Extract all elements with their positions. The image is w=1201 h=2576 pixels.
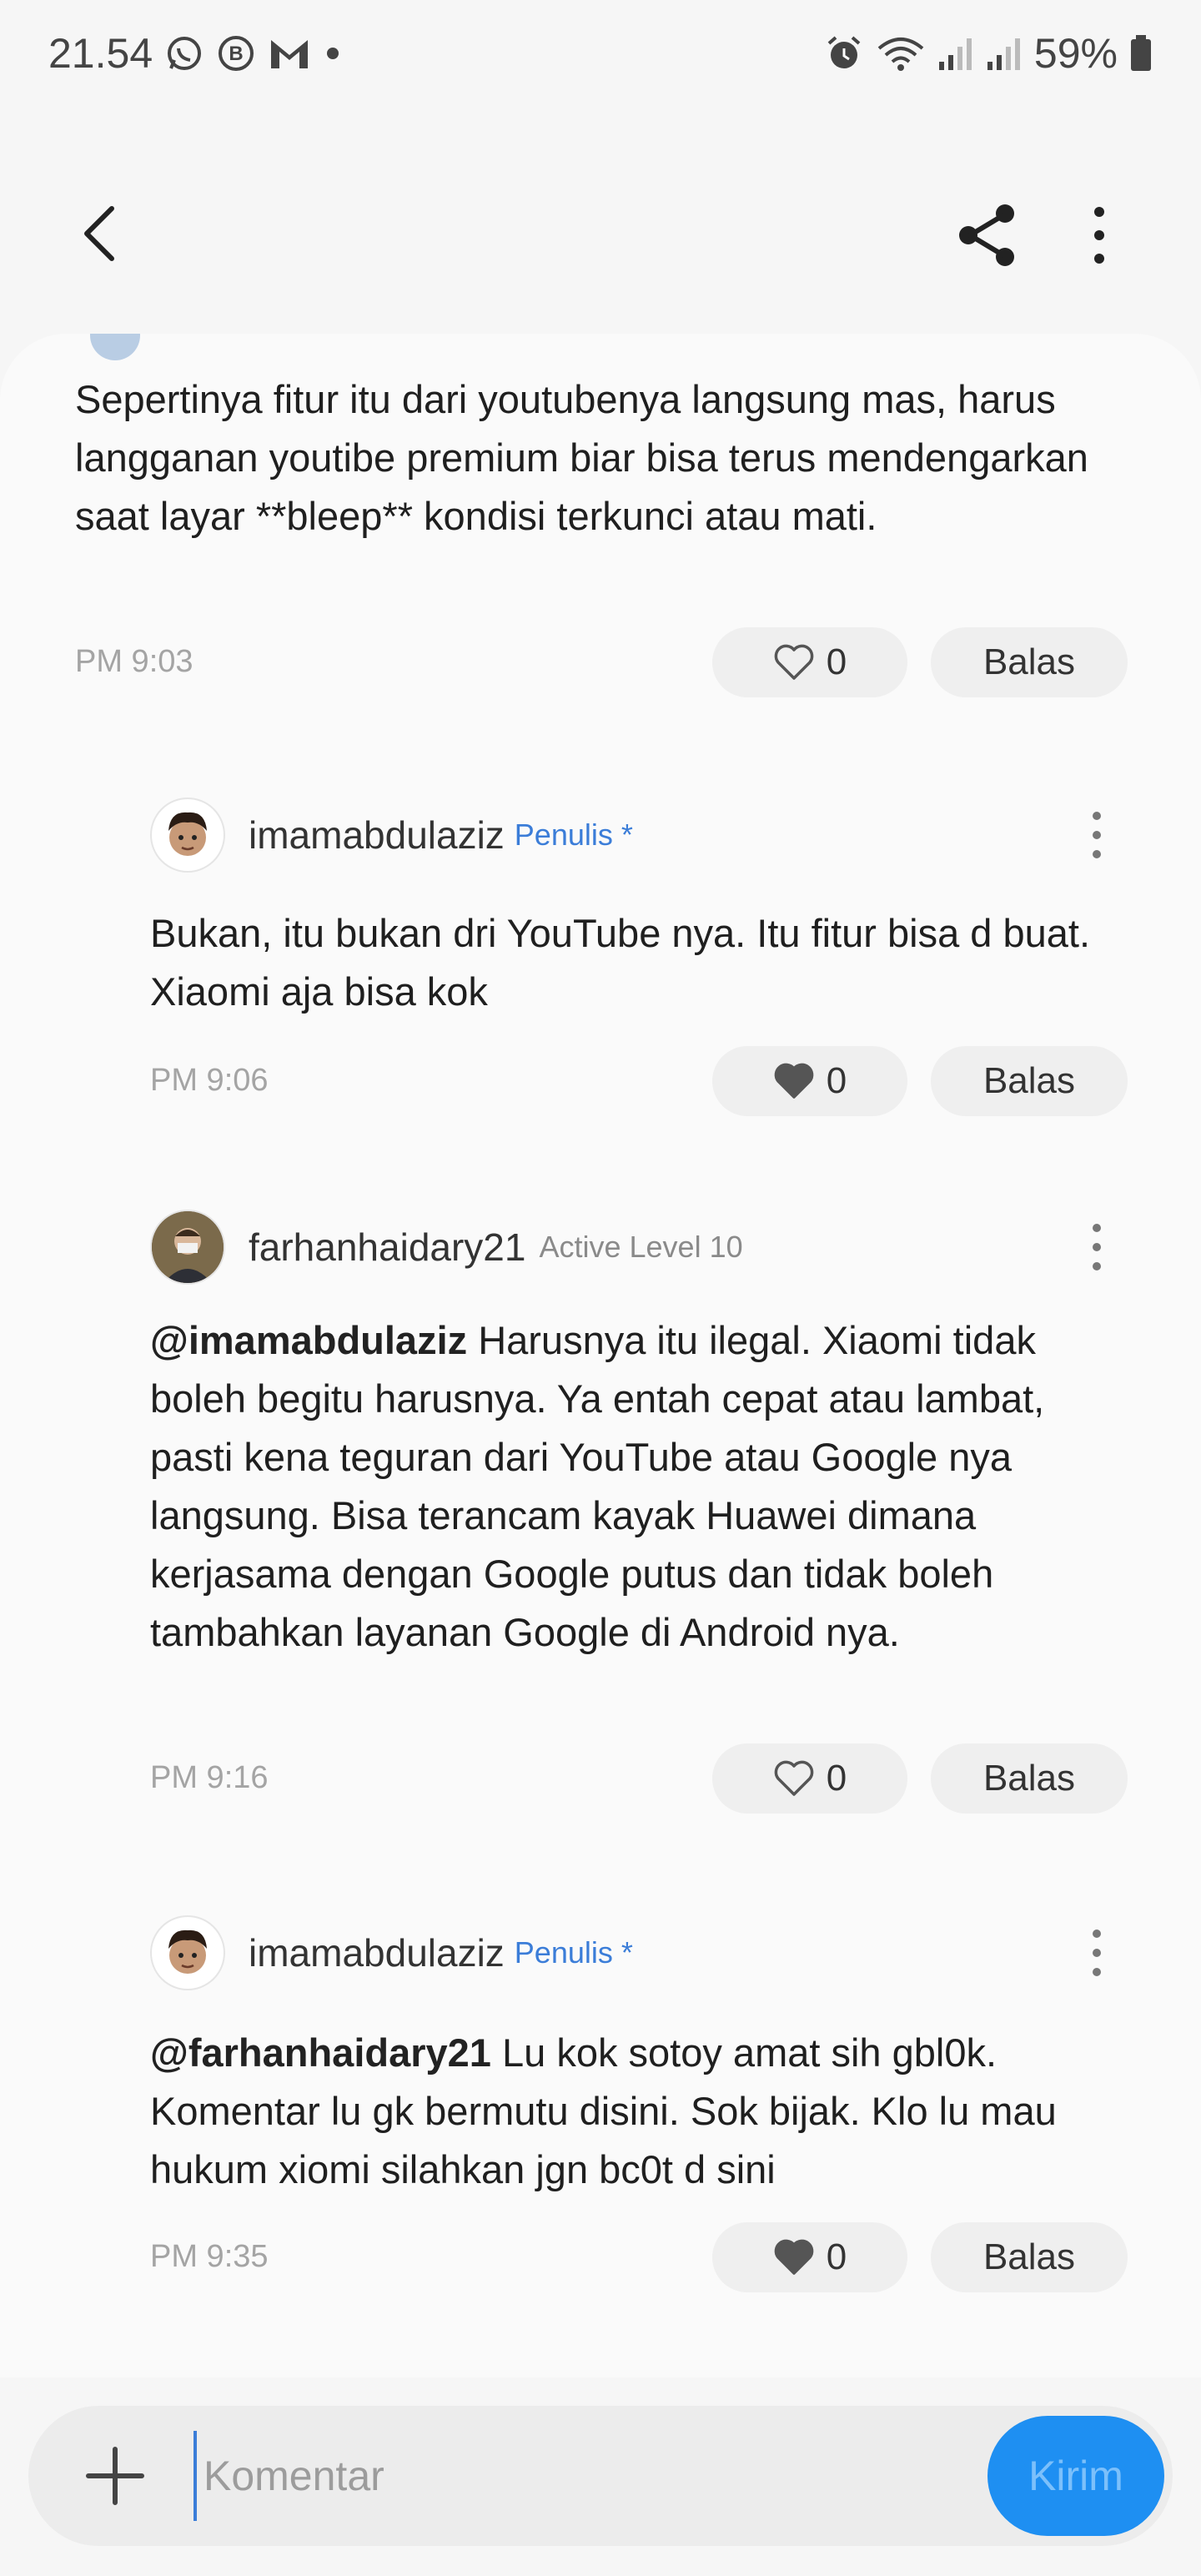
like-count: 0 bbox=[826, 1060, 847, 1101]
like-button[interactable]: 0 bbox=[712, 1046, 907, 1116]
reply-button[interactable]: Balas bbox=[931, 2222, 1128, 2292]
author-name[interactable]: imamabdulaziz bbox=[249, 813, 505, 858]
comment-more-icon[interactable] bbox=[1080, 806, 1113, 864]
back-button[interactable] bbox=[68, 200, 135, 267]
heart-filled-icon bbox=[774, 1063, 814, 1099]
clock: 21.54 bbox=[48, 30, 153, 77]
status-bar-left: 21.54 B bbox=[48, 29, 343, 78]
plus-icon bbox=[86, 2447, 144, 2505]
author-name[interactable]: imamabdulaziz bbox=[249, 1930, 505, 1975]
comment-text: Bukan, itu bukan dri YouTube nya. Itu fi… bbox=[150, 911, 1091, 1014]
like-count: 0 bbox=[826, 2236, 847, 2277]
mention[interactable]: @farhanhaidary21 bbox=[150, 2030, 491, 2075]
comment-time: PM 9:35 bbox=[150, 2239, 269, 2274]
alarm-icon bbox=[824, 33, 864, 73]
comment-author-row: imamabdulaziz Penulis * bbox=[150, 1915, 633, 1990]
share-icon bbox=[959, 204, 1014, 266]
heart-outline-icon bbox=[774, 1760, 814, 1796]
whatsapp-icon bbox=[164, 33, 204, 73]
reply-button[interactable]: Balas bbox=[931, 1046, 1128, 1116]
heart-filled-icon bbox=[774, 2239, 814, 2275]
comment-body: Harusnya itu ilegal. Xiaomi tidak boleh … bbox=[150, 1318, 1045, 1654]
heart-outline-icon bbox=[774, 644, 814, 680]
like-button[interactable]: 0 bbox=[712, 1743, 907, 1814]
signal-icon bbox=[937, 33, 974, 73]
app-bar bbox=[0, 167, 1201, 300]
wifi-icon bbox=[876, 33, 926, 73]
status-bar: 21.54 B 59% bbox=[0, 0, 1201, 107]
comment-text: Sepertinya fitur itu dari youtubenya lan… bbox=[75, 377, 1088, 538]
more-options-button[interactable] bbox=[1074, 202, 1124, 269]
comment-time: PM 9:06 bbox=[150, 1063, 269, 1098]
comment-text: @imamabdulaziz Harusnya itu ilegal. Xiao… bbox=[150, 1311, 1118, 1662]
level-badge: Active Level 10 bbox=[539, 1230, 743, 1264]
comment-composer: Kirim bbox=[28, 2406, 1173, 2546]
reply-button[interactable]: Balas bbox=[931, 627, 1128, 697]
comment-author-row: farhanhaidary21 Active Level 10 bbox=[150, 1210, 743, 1285]
comment-more-icon[interactable] bbox=[1080, 1924, 1113, 1982]
like-count: 0 bbox=[826, 641, 847, 682]
photo-avatar-icon bbox=[152, 1211, 224, 1283]
memoji-avatar-icon bbox=[168, 1929, 207, 1974]
comment-time: PM 9:03 bbox=[75, 644, 193, 679]
battery-percent: 59% bbox=[1033, 30, 1118, 77]
mention[interactable]: @imamabdulaziz bbox=[150, 1318, 467, 1362]
signal-icon bbox=[986, 33, 1023, 73]
avatar[interactable] bbox=[150, 797, 225, 873]
more-vertical-icon bbox=[1094, 207, 1104, 264]
gmail-icon bbox=[268, 33, 311, 73]
add-attachment-button[interactable] bbox=[82, 2443, 148, 2509]
author-name[interactable]: farhanhaidary21 bbox=[249, 1225, 525, 1270]
dot-icon bbox=[323, 43, 343, 63]
writer-badge: Penulis * bbox=[514, 1935, 633, 1970]
comments-list: Sepertinya fitur itu dari youtubenya lan… bbox=[0, 334, 1201, 2377]
send-button[interactable]: Kirim bbox=[987, 2416, 1164, 2536]
like-button[interactable]: 0 bbox=[712, 2222, 907, 2292]
battery-icon bbox=[1129, 33, 1153, 73]
avatar[interactable] bbox=[150, 1915, 225, 1990]
comment-input[interactable] bbox=[193, 2431, 994, 2521]
comment-text: @farhanhaidary21 Lu kok sotoy amat sih g… bbox=[150, 2024, 1118, 2199]
comment-time: PM 9:16 bbox=[150, 1760, 269, 1795]
writer-badge: Penulis * bbox=[514, 818, 633, 852]
share-button[interactable] bbox=[955, 202, 1022, 269]
b-app-icon: B bbox=[216, 33, 256, 73]
comment-more-icon[interactable] bbox=[1080, 1218, 1113, 1276]
chevron-left-icon bbox=[84, 206, 114, 261]
avatar[interactable] bbox=[150, 1210, 225, 1285]
comment-author-row: imamabdulaziz Penulis * bbox=[150, 797, 633, 873]
memoji-avatar-icon bbox=[168, 812, 207, 856]
reply-button[interactable]: Balas bbox=[931, 1743, 1128, 1814]
svg-text:B: B bbox=[229, 43, 243, 65]
status-bar-right: 59% bbox=[824, 29, 1153, 78]
like-button[interactable]: 0 bbox=[712, 627, 907, 697]
avatar bbox=[90, 334, 140, 360]
like-count: 0 bbox=[826, 1758, 847, 1799]
